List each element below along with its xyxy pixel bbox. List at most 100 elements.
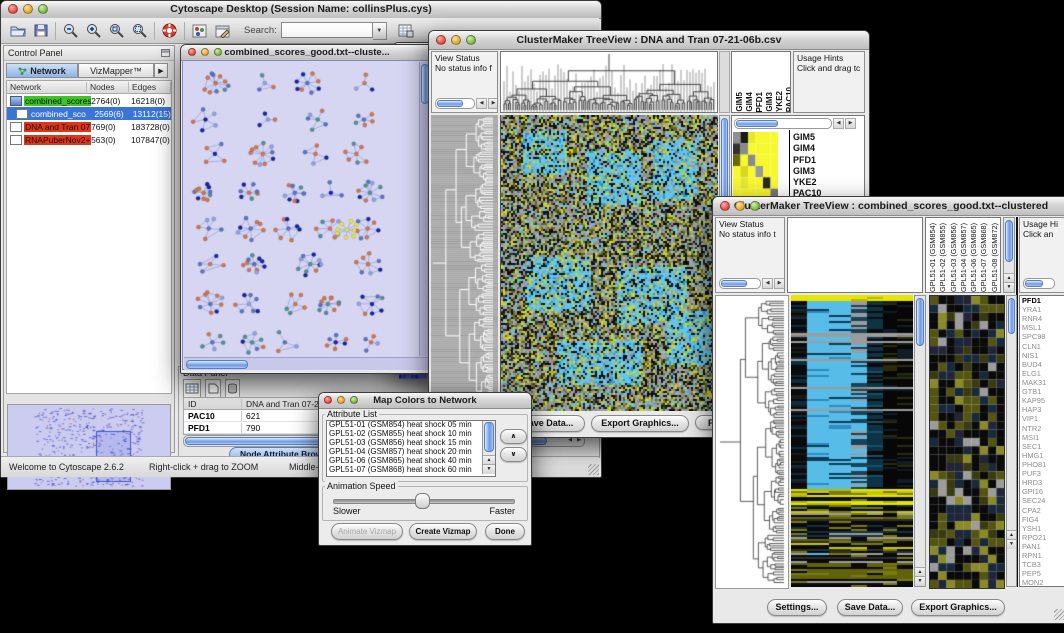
column-label[interactable]: GIM3: [765, 92, 774, 112]
gene-label[interactable]: KAP95: [1020, 396, 1064, 405]
gene-label[interactable]: PFD1: [1020, 296, 1064, 305]
network-list-row[interactable]: combined_sco 2569(6) 13112(15): [7, 107, 171, 120]
scroll-down-icon[interactable]: ▼: [1004, 282, 1014, 292]
main-window-titlebar[interactable]: Cytoscape Desktop (Session Name: collins…: [1, 1, 601, 19]
network-list-row[interactable]: DNA and Tran 07 769(0) 183728(0): [7, 120, 171, 133]
gene-label[interactable]: NTR2: [1020, 424, 1064, 433]
gene-label[interactable]: PUF3: [1020, 469, 1064, 478]
move-down-button[interactable]: ∨: [500, 447, 527, 462]
zoom-button[interactable]: [214, 48, 222, 56]
gene-label[interactable]: SEC1: [1020, 442, 1064, 451]
tv1-row-dendrogram[interactable]: [431, 115, 498, 411]
column-label[interactable]: GPL51-07 (GSM868): [979, 223, 989, 292]
close-button[interactable]: [188, 48, 196, 56]
network-list-header[interactable]: NetworkNodesEdges: [7, 81, 171, 94]
tv2-save-data-button[interactable]: Save Data...: [837, 599, 903, 616]
gene-label[interactable]: HMG1: [1020, 451, 1064, 460]
gene-label[interactable]: SPC98: [1020, 332, 1064, 341]
help-lifebuoy-icon[interactable]: [158, 20, 181, 42]
column-label[interactable]: GIM4: [745, 92, 754, 112]
zoom-button[interactable]: [750, 201, 760, 211]
listbox-vscrollbar[interactable]: ▲ ▼: [482, 421, 495, 474]
scroll-right-icon[interactable]: ▶: [845, 118, 856, 129]
attribute-item[interactable]: GPL51-04 (GSM857) heat shock 20 min: [327, 448, 479, 457]
attribute-item[interactable]: GPL51-06 (GSM865) heat shock 40 min: [327, 457, 479, 466]
gene-label[interactable]: PHO81: [1020, 460, 1064, 469]
data-table-icon[interactable]: [395, 20, 418, 42]
gene-label[interactable]: CLN1: [1020, 342, 1064, 351]
close-button[interactable]: [720, 201, 730, 211]
zoom-selected-icon[interactable]: [105, 20, 128, 42]
search-dropdown-arrow-icon[interactable]: ▼: [373, 22, 387, 40]
tv2-heatmap[interactable]: [791, 295, 913, 587]
column-label[interactable]: GPL51-02 (GSM855): [938, 223, 948, 292]
gene-label[interactable]: HAP3: [1020, 405, 1064, 414]
column-label[interactable]: GPL51-01 (GSM854): [928, 223, 938, 292]
scroll-down-icon[interactable]: ▼: [483, 464, 495, 474]
tv2-row-dendrogram[interactable]: [715, 295, 789, 589]
gene-label[interactable]: GPI16: [1020, 487, 1064, 496]
animate-vizmap-button[interactable]: Animate Vizmap: [331, 523, 403, 540]
column-label[interactable]: GPL51-08 (GSM872): [990, 223, 1000, 292]
attribute-item[interactable]: GPL51-03 (GSM856) heat shock 15 min: [327, 439, 479, 448]
gene-label[interactable]: MAK31: [1020, 378, 1064, 387]
mini-hscrollbar[interactable]: ◀▶: [719, 278, 785, 289]
treeview2-titlebar[interactable]: ClusterMaker TreeView : combined_scores_…: [713, 197, 1064, 216]
network-list-row[interactable]: combined_scores 2764(0) 16218(0): [7, 94, 171, 107]
mini-hscrollbar[interactable]: [1023, 278, 1055, 289]
scroll-right-icon[interactable]: ▶: [488, 98, 498, 109]
column-label[interactable]: PAC10: [785, 87, 791, 112]
attribute-item[interactable]: GPL51-01 (GSM854) heat shock 05 min: [327, 421, 479, 430]
gene-label[interactable]: NIS1: [1020, 351, 1064, 360]
gene-label[interactable]: MSI1: [1020, 433, 1064, 442]
gene-label[interactable]: MON2: [1020, 578, 1064, 587]
create-vizmap-button[interactable]: Create Vizmap: [409, 523, 477, 540]
minimize-button[interactable]: [23, 4, 33, 14]
zoom-fit-icon[interactable]: [128, 20, 151, 42]
speed-slider-thumb[interactable]: [415, 493, 430, 509]
column-label[interactable]: GPL51-03 (GSM856): [949, 223, 959, 292]
gene-label[interactable]: HRD3: [1020, 478, 1064, 487]
gene-label[interactable]: RPO21: [1020, 533, 1064, 542]
vscroll-thumb[interactable]: [916, 298, 924, 346]
network-hscrollbar[interactable]: [184, 357, 429, 370]
save-icon[interactable]: [29, 20, 52, 42]
dialog-titlebar[interactable]: Map Colors to Network: [319, 393, 531, 409]
zoom-in-icon[interactable]: [82, 20, 105, 42]
zoom-row-label[interactable]: GIM5: [793, 132, 821, 143]
tv2-column-dendrogram-area[interactable]: [787, 217, 923, 293]
gene-label[interactable]: TCB3: [1020, 560, 1064, 569]
scroll-left-icon[interactable]: ◀: [833, 118, 844, 129]
gene-label[interactable]: VIP1: [1020, 414, 1064, 423]
zoom-hscrollbar[interactable]: ◀▶: [734, 118, 856, 129]
tv2-export-graphics-button[interactable]: Export Graphics...: [911, 599, 1005, 616]
minimize-button[interactable]: [201, 48, 209, 56]
tv2-settings-button[interactable]: Settings...: [767, 599, 827, 616]
gene-label[interactable]: BUD4: [1020, 360, 1064, 369]
tv1-heatmap[interactable]: [500, 115, 718, 411]
gene-label[interactable]: ELG1: [1020, 369, 1064, 378]
minimize-button[interactable]: [451, 35, 461, 45]
close-button[interactable]: [436, 35, 446, 45]
tab-vizmapper[interactable]: VizMapper™: [78, 63, 154, 78]
scroll-thumb[interactable]: [437, 100, 463, 107]
gene-label[interactable]: RPN1: [1020, 551, 1064, 560]
gene-label[interactable]: MSL1: [1020, 323, 1064, 332]
gene-label[interactable]: PAN1: [1020, 542, 1064, 551]
tab-overflow-arrow[interactable]: ▶: [154, 63, 168, 78]
column-label[interactable]: GPL51-04 (GSM857): [959, 223, 969, 292]
attribute-item[interactable]: GPL51-02 (GSM855) heat shock 10 min: [327, 430, 479, 439]
done-button[interactable]: Done: [485, 523, 525, 540]
column-label[interactable]: PFD1: [755, 92, 764, 112]
tv2-zoom-heatmap[interactable]: [929, 295, 1005, 589]
gene-label[interactable]: YSH1: [1020, 524, 1064, 533]
gene-label[interactable]: GTB1: [1020, 387, 1064, 396]
close-button[interactable]: [324, 396, 332, 404]
zoom-row-label[interactable]: GIM3: [793, 166, 821, 177]
minimize-button[interactable]: [735, 201, 745, 211]
network-list-row[interactable]: RNAPuberNov2+ 563(0) 107847(0): [7, 133, 171, 146]
open-folder-icon[interactable]: [6, 20, 29, 42]
zoom-row-label[interactable]: PFD1: [793, 155, 821, 166]
network-overview-birdseye[interactable]: [7, 404, 171, 490]
attribute-listbox[interactable]: GPL51-01 (GSM854) heat shock 05 minGPL51…: [326, 420, 496, 477]
